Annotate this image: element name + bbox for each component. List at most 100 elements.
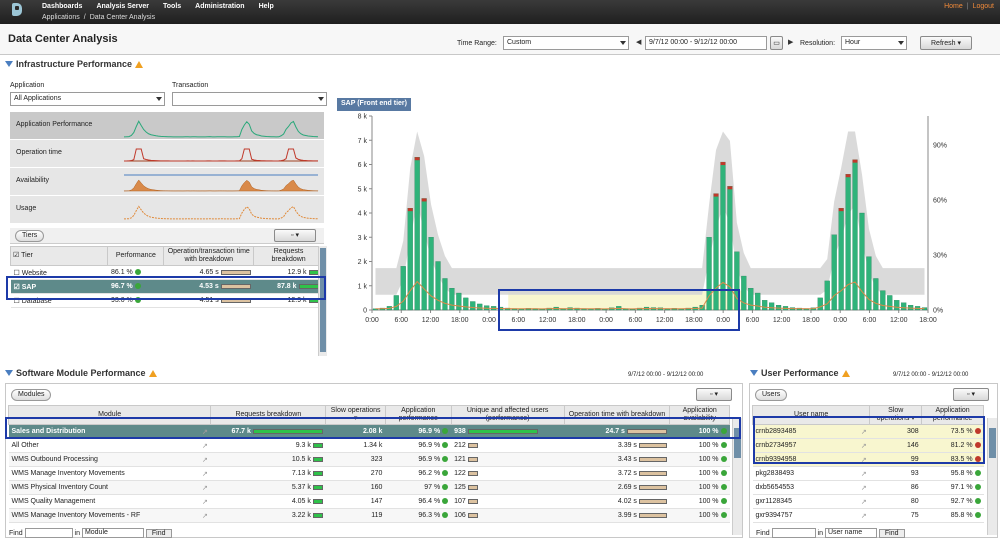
software-find-scope[interactable]: Module <box>81 528 144 538</box>
tier-header-label: Tier <box>21 252 33 259</box>
table-row[interactable]: WMS Manage Inventory Movements ↗ 7.13 k 27… <box>8 466 730 481</box>
module-req: 3.22 k <box>291 512 311 519</box>
menu-administration[interactable]: Administration <box>195 3 244 10</box>
metric-operation-time[interactable]: Operation time <box>10 139 324 167</box>
chart-bar <box>817 297 823 311</box>
next-period-icon[interactable]: ▶ <box>788 38 793 46</box>
op-time-bar <box>220 269 251 275</box>
module-users-cell: 212 <box>451 438 565 453</box>
table-row[interactable]: pkg2838493 ↗ 93 95.8 % <box>752 466 984 481</box>
scrollbar-thumb[interactable] <box>320 248 326 352</box>
status-dot <box>720 512 727 519</box>
metric-label: Usage <box>16 205 37 212</box>
chart-bar-peak <box>421 198 427 202</box>
drilldown-icon[interactable]: ↗ <box>202 442 208 450</box>
tiers-options-button[interactable]: ▫ ▾ <box>274 229 316 242</box>
home-link[interactable]: Home <box>944 3 963 10</box>
resolution-select[interactable]: Hour <box>841 36 907 50</box>
chart-bar-peak <box>845 174 851 178</box>
calendar-icon[interactable]: ▭ <box>770 36 783 50</box>
transaction-select[interactable] <box>172 92 327 106</box>
metric-availability[interactable]: Availability <box>10 167 324 195</box>
drilldown-icon[interactable]: ↗ <box>202 470 208 478</box>
scrollbar-thumb[interactable] <box>989 428 996 458</box>
drilldown-icon[interactable]: ↗ <box>861 512 867 520</box>
prev-period-icon[interactable]: ◀ <box>636 38 641 46</box>
drilldown-icon[interactable]: ↗ <box>861 498 867 506</box>
module-slow-cell: 1.34 k <box>325 438 386 453</box>
drilldown-icon[interactable]: ↗ <box>861 484 867 492</box>
module-users-cell: 122 <box>451 466 565 481</box>
modules-options-button[interactable]: ▫ ▾ <box>696 388 732 401</box>
chart-bar <box>428 237 434 311</box>
time-range-select[interactable]: Custom <box>503 36 629 50</box>
users-find-input[interactable] <box>771 528 816 538</box>
metric-label: Operation time <box>16 149 62 156</box>
operation-time-column-header[interactable]: Operation/transaction time with breakdow… <box>163 246 255 266</box>
tiers-scrollbar[interactable] <box>318 246 327 356</box>
drilldown-icon[interactable]: ↗ <box>861 470 867 478</box>
table-row[interactable]: gxr9394757 ↗ 75 85.8 % <box>752 508 984 523</box>
users-scrollbar[interactable] <box>987 418 997 535</box>
tier-column-header[interactable]: ☑ Tier <box>9 246 109 266</box>
table-row[interactable]: dxb5654553 ↗ 86 97.1 % <box>752 480 984 495</box>
chevron-down-icon <box>318 97 324 101</box>
chevron-down-icon <box>898 41 904 45</box>
logout-link[interactable]: Logout <box>973 3 994 10</box>
module-slow-cell: 160 <box>325 480 386 495</box>
requests-column-header[interactable]: Requests breakdown <box>253 246 324 266</box>
drilldown-icon[interactable]: ↗ <box>202 512 208 520</box>
table-row[interactable]: WMS Quality Management ↗ 4.05 k 147 96.4 % … <box>8 494 730 509</box>
date-range-field[interactable]: 9/7/12 00:00 - 9/12/12 00:00 <box>645 36 767 50</box>
status-dot <box>442 484 449 491</box>
module-req-cell: 5.37 k <box>210 480 326 495</box>
y2-tick-label: 60% <box>933 198 947 205</box>
table-row[interactable]: WMS Outbound Processing ↗ 10.5 k 323 96.9 %… <box>8 452 730 467</box>
users-find-button[interactable]: Find <box>878 528 905 538</box>
metric-application-performance[interactable]: Application Performance <box>10 111 324 139</box>
module-users: 107 <box>454 498 466 505</box>
users-find-scope[interactable]: User name <box>824 528 877 538</box>
in-label: in <box>817 529 823 537</box>
modules-tab[interactable]: Modules <box>11 389 52 401</box>
drilldown-icon[interactable]: ↗ <box>202 456 208 464</box>
module-op-cell: 3.43 s <box>564 452 670 467</box>
refresh-button[interactable]: Refresh ▾ <box>920 36 972 50</box>
user-name: gxr1128345 <box>755 497 792 505</box>
table-row[interactable]: WMS Manage Inventory Movements - RF ↗ 3.22… <box>8 508 730 523</box>
chart-bar-peak <box>407 208 413 212</box>
module-slow-cell: 119 <box>325 508 386 523</box>
filter-icon[interactable] <box>5 61 13 67</box>
requests-bar <box>312 442 323 448</box>
drilldown-icon[interactable]: ↗ <box>202 498 208 506</box>
status-dot <box>720 498 727 505</box>
module-req-cell: 10.5 k <box>210 452 326 467</box>
filter-icon[interactable] <box>750 370 758 376</box>
chart-bar <box>435 261 441 311</box>
table-row[interactable]: gxr1128345 ↗ 80 92.7 % <box>752 494 984 509</box>
metric-usage[interactable]: Usage <box>10 195 324 223</box>
menu-dashboards[interactable]: Dashboards <box>42 3 82 10</box>
users-options-button[interactable]: ▫ ▾ <box>953 388 989 401</box>
breadcrumb-applications[interactable]: Applications <box>42 14 80 21</box>
table-row[interactable]: WMS Physical Inventory Count ↗ 5.37 k 160 9… <box>8 480 730 495</box>
performance-column-header[interactable]: Performance <box>107 246 165 266</box>
menu-tools[interactable]: Tools <box>163 3 181 10</box>
users-tab[interactable]: Users <box>755 389 788 401</box>
chart-bar <box>831 234 837 311</box>
tiers-tab[interactable]: Tiers <box>15 230 45 242</box>
module-op: 3.39 s <box>617 442 637 449</box>
menu-help[interactable]: Help <box>259 3 274 10</box>
resolution-label: Resolution: <box>800 40 836 47</box>
software-find-input[interactable] <box>24 528 73 538</box>
application-select[interactable]: All Applications <box>10 92 165 106</box>
chart-bar <box>880 290 886 311</box>
op-time-bar <box>638 442 667 448</box>
menu-analysis-server[interactable]: Analysis Server <box>96 3 149 10</box>
status-dot <box>720 484 727 491</box>
filter-icon[interactable] <box>5 370 13 376</box>
software-find-button[interactable]: Find <box>145 528 172 538</box>
status-dot <box>134 269 141 276</box>
table-row[interactable]: All Other ↗ 9.3 k 1.34 k 96.9 % 212 3.39 s … <box>8 438 730 453</box>
drilldown-icon[interactable]: ↗ <box>202 484 208 492</box>
